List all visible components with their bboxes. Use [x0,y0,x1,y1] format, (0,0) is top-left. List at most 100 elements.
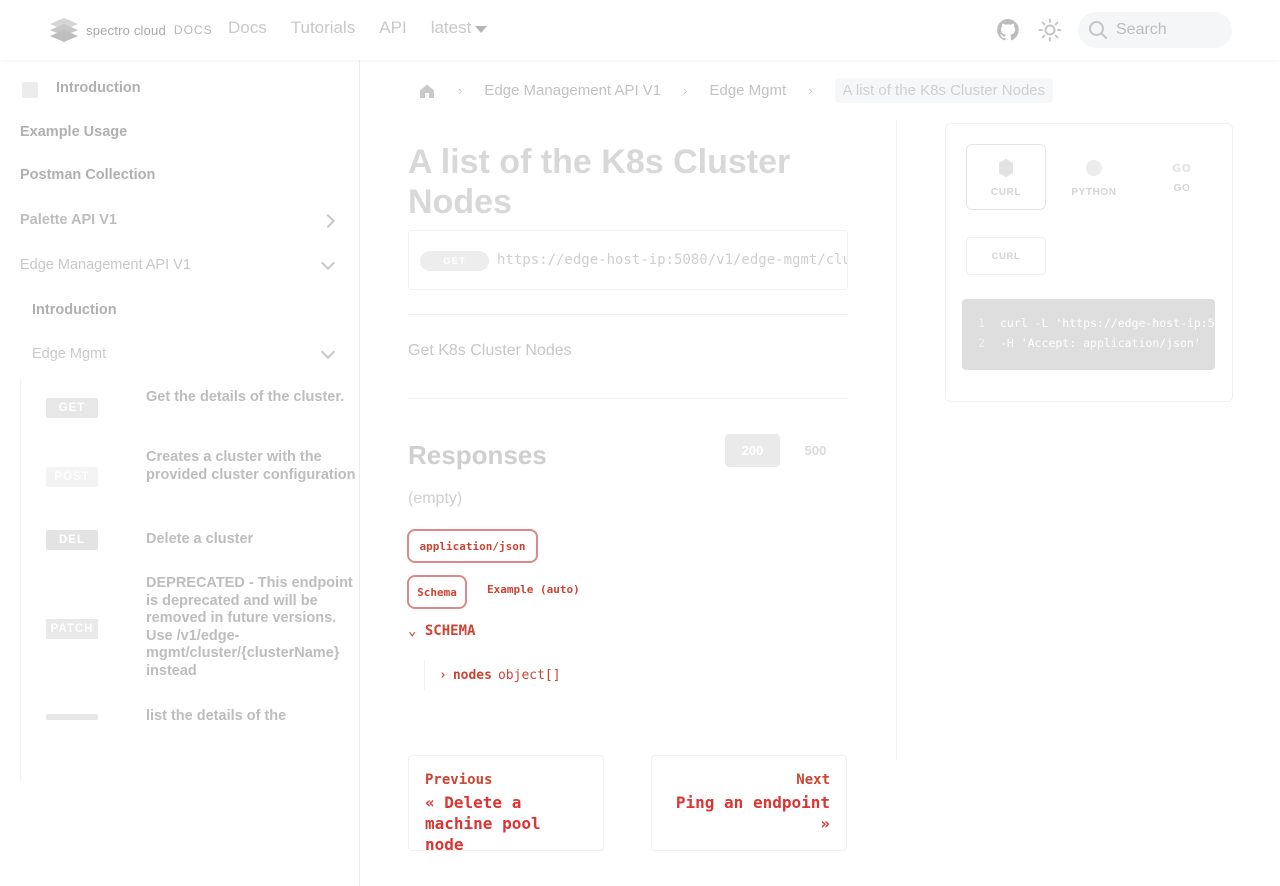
search-placeholder: Search [1116,21,1167,38]
example-tab[interactable]: Example (auto) [487,583,580,596]
tab-go[interactable]: GO GO [1142,144,1222,210]
method-badge: POST [46,467,98,487]
operation-label: Delete a cluster [146,531,254,547]
logo[interactable]: spectro cloud DOCS [48,16,213,44]
column-divider [896,120,897,760]
svg-text:GO: GO [1172,162,1192,175]
operation-label: list the details of the [146,708,287,724]
chevron-down-icon: ⌄ [408,623,425,639]
breadcrumb-active: A list of the K8s Cluster Nodes [834,78,1054,103]
breadcrumb-separator: › [683,83,688,98]
version-dropdown[interactable]: latest [431,18,488,38]
method-badge: GET [420,251,489,271]
previous-page-link[interactable]: Previous « Delete a machine pool node [408,755,604,854]
code-line: 2 -H 'Accept: application/json' [978,333,1215,353]
chevron-right-icon[interactable] [320,213,336,229]
breadcrumb-item[interactable]: Edge Mgmt [709,82,786,99]
endpoint-url: https://edge-host-ip:5080/v1/edge-mgmt/c… [497,252,847,268]
line-number: 2 [978,336,985,350]
subtab-curl[interactable]: CURL [966,237,1046,275]
method-badge [46,714,98,720]
tab-label: PYTHON [1071,186,1117,198]
breadcrumb-item[interactable]: Edge Management API V1 [484,82,661,99]
code-sample-panel: CURL PYTHON GO GO CURL 1 curl -L 'https:/… [945,123,1233,402]
sun-icon [1038,18,1062,42]
python-icon [1086,159,1102,176]
previous-label: Previous [425,772,493,788]
schema-property-type: object[] [497,667,561,683]
operations-list: GET Get the details of the cluster. POST… [20,380,360,780]
tab-label: GO [1173,182,1191,194]
github-link[interactable] [994,16,1022,44]
theme-toggle[interactable] [1036,16,1064,44]
method-badge: DEL [46,530,98,550]
home-icon[interactable] [418,82,436,100]
previous-title: « Delete a machine pool node [425,793,541,854]
spectro-cloud-logo-icon [50,18,78,42]
main-content: › Edge Management API V1 › Edge Mgmt › A… [360,60,1280,886]
code-block[interactable]: 1 curl -L 'https://edge-host-ip:5080/v1/e… [962,299,1215,370]
schema-heading-label: SCHEMA [424,623,476,639]
operation-label: Creates a cluster with the provided clus… [146,449,356,483]
page-title: A list of the K8s Cluster Nodes [408,143,791,221]
schema-property-name: nodes [452,667,492,683]
tab-python[interactable]: PYTHON [1054,144,1134,210]
curl-icon [999,158,1013,177]
responses-heading: Responses [408,440,547,470]
next-label: Next [796,772,830,788]
endpoint-box[interactable]: GET https://edge-host-ip:5080/v1/edge-mg… [408,230,848,290]
schema-tab[interactable]: Schema [407,575,467,609]
breadcrumb-separator: › [808,83,813,98]
schema-heading[interactable]: ⌄ SCHEMA [408,623,475,639]
breadcrumb: › Edge Management API V1 › Edge Mgmt › A… [418,78,1054,103]
sidebar: Introduction Example Usage Postman Colle… [0,60,360,886]
endpoint-description: Get K8s Cluster Nodes [408,342,572,359]
tab-curl[interactable]: CURL [966,144,1046,210]
method-badge: GET [46,398,98,418]
content-type-tab[interactable]: application/json [407,529,538,563]
next-page-link[interactable]: Next Ping an endpoint » [651,755,847,851]
sidebar-item-edge-api[interactable]: Edge Management API V1 [20,257,191,273]
schema-property[interactable]: › nodes object[] [424,660,574,690]
code-text: curl -L 'https://edge-host-ip:5080/v1/ed… [1000,316,1215,330]
sidebar-item-edge-mgmt[interactable]: Edge Mgmt [32,346,106,362]
logo-text: spectro cloud [86,22,166,38]
logo-docs-text: DOCS [173,23,213,37]
next-title: Ping an endpoint » [675,793,830,833]
nav-links: Docs Tutorials API latest [228,18,488,38]
tab-label: CURL [990,186,1022,198]
chevron-down-icon[interactable] [320,255,336,271]
caret-down-icon [475,25,488,33]
search-icon [1089,21,1107,39]
sidebar-item-introduction[interactable]: Introduction [56,80,141,96]
caret-right-icon: › [439,667,447,683]
method-badge: PATCH [46,619,98,639]
chevron-down-icon[interactable] [320,344,336,360]
nav-right: Search [994,12,1232,48]
sidebar-item-palette-api[interactable]: Palette API V1 [20,212,117,228]
response-code-500[interactable]: 500 [788,434,843,467]
sidebar-item-edge-intro[interactable]: Introduction [32,302,117,318]
nav-link-api[interactable]: API [379,18,406,38]
operation-label: DEPRECATED - This endpoint is deprecated… [146,575,353,679]
nav-link-docs[interactable]: Docs [228,18,267,38]
sidebar-item-example-usage[interactable]: Example Usage [20,124,127,140]
go-icon: GO [1172,162,1192,175]
version-label: latest [430,18,472,37]
github-icon [997,19,1019,41]
search-box[interactable]: Search [1078,12,1232,48]
divider [408,398,848,399]
language-tabs: CURL PYTHON GO GO [966,144,1222,210]
sidebar-item-postman[interactable]: Postman Collection [20,167,155,183]
introduction-icon [22,82,38,98]
code-line: 1 curl -L 'https://edge-host-ip:5080/v1/e… [978,313,1215,333]
top-navbar: spectro cloud DOCS Docs Tutorials API la… [0,0,1280,60]
code-text: -H 'Accept: application/json' [1000,336,1201,350]
line-number: 1 [978,316,985,330]
divider [408,314,848,315]
response-code-200[interactable]: 200 [725,434,780,467]
breadcrumb-separator: › [458,83,463,98]
response-empty: (empty) [408,490,463,507]
operation-label: Get the details of the cluster. [146,389,345,405]
nav-link-tutorials[interactable]: Tutorials [291,18,356,38]
